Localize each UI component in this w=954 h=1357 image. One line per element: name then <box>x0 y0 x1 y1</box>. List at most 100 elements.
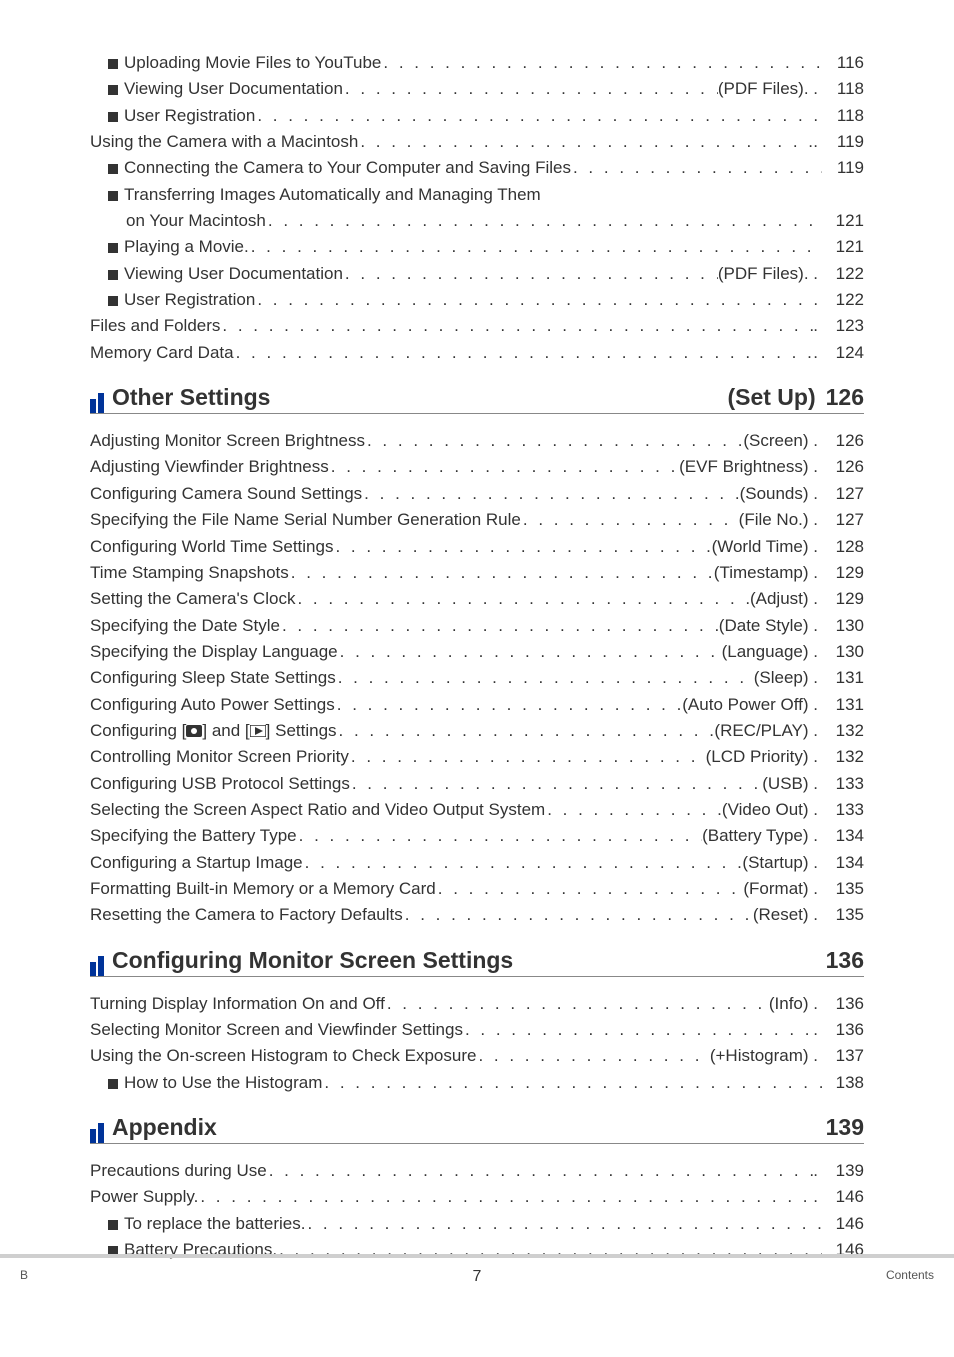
toc-entry-text: Configuring USB Protocol Settings <box>90 771 350 797</box>
toc-entry[interactable]: Configuring Camera Sound Settings(Sounds… <box>90 481 864 507</box>
section-header[interactable]: Appendix139 <box>90 1114 864 1144</box>
toc-entry[interactable]: Resetting the Camera to Factory Defaults… <box>90 902 864 928</box>
toc-entry[interactable]: Using the On-screen Histogram to Check E… <box>90 1043 864 1069</box>
toc-entry-text: Viewing User Documentation <box>124 261 343 287</box>
toc-entry-page: 130 <box>822 613 864 639</box>
leader-dots <box>333 534 711 560</box>
toc-entry[interactable]: Specifying the Date Style (Date Style) .1… <box>90 613 864 639</box>
toc-entry-page: 118 <box>822 103 864 129</box>
camera-icon <box>186 721 202 740</box>
leader-dots <box>305 1211 822 1237</box>
toc-entry[interactable]: Configuring a Startup Image (Startup) .1… <box>90 850 864 876</box>
toc-entry-text: Memory Card Data <box>90 340 234 366</box>
toc-entry[interactable]: Time Stamping Snapshots (Timestamp) .129 <box>90 560 864 586</box>
toc-entry-page: 130 <box>822 639 864 665</box>
toc-pre-section: Uploading Movie Files to YouTube116Viewi… <box>90 50 864 366</box>
toc-entry[interactable]: Viewing User Documentation(PDF Files). .… <box>90 261 864 287</box>
toc-entry[interactable]: Power Supply..146 <box>90 1184 864 1210</box>
toc-entry[interactable]: How to Use the Histogram138 <box>90 1070 864 1096</box>
bullet-icon <box>108 112 118 122</box>
toc-entry[interactable]: Files and Folders.123 <box>90 313 864 339</box>
toc-entry-suffix: (+Histogram) . <box>710 1043 822 1069</box>
toc-entry[interactable]: Configuring USB Protocol Settings (USB) … <box>90 771 864 797</box>
toc-entry-suffix: (PDF Files). . <box>718 76 822 102</box>
toc-entry[interactable]: Configuring Sleep State Settings (Sleep)… <box>90 665 864 691</box>
toc-entry-suffix: (Date Style) . <box>719 613 822 639</box>
toc-entry-text: Selecting the Screen Aspect Ratio and Vi… <box>90 797 545 823</box>
toc-entry[interactable]: Connecting the Camera to Your Computer a… <box>90 155 864 181</box>
toc-entry[interactable]: Turning Display Information On and Off(I… <box>90 991 864 1017</box>
toc-entry-text: Transferring Images Automatically and Ma… <box>124 182 541 208</box>
toc-entry[interactable]: Selecting Monitor Screen and Viewfinder … <box>90 1017 864 1043</box>
leader-dots <box>338 639 722 665</box>
toc-entry-text: Configuring World Time Settings <box>90 534 333 560</box>
toc-entry[interactable]: Precautions during Use.139 <box>90 1158 864 1184</box>
toc-entry-page: 133 <box>822 771 864 797</box>
toc-entry-page: 124 <box>822 340 864 366</box>
toc-entry[interactable]: Specifying the Display Language(Language… <box>90 639 864 665</box>
toc-entry[interactable]: Adjusting Viewfinder Brightness(EVF Brig… <box>90 454 864 480</box>
section-marker-icon <box>90 956 106 976</box>
leader-dots <box>436 876 744 902</box>
toc-entry[interactable]: Transferring Images Automatically and Ma… <box>90 182 864 208</box>
toc-entry-suffix: (Sleep) . <box>754 665 822 691</box>
toc-entry[interactable]: Adjusting Monitor Screen Brightness (Scr… <box>90 428 864 454</box>
section-header[interactable]: Configuring Monitor Screen Settings136 <box>90 947 864 977</box>
toc-entry[interactable]: Using the Camera with a Macintosh.119 <box>90 129 864 155</box>
toc-entry[interactable]: Uploading Movie Files to YouTube116 <box>90 50 864 76</box>
toc-entry-text: Time Stamping Snapshots <box>90 560 289 586</box>
toc-entry-page: 121 <box>822 234 864 260</box>
footer-page-number: 7 <box>473 1268 482 1286</box>
toc-entry[interactable]: Memory Card Data.124 <box>90 340 864 366</box>
toc-entry-text: Specifying the Date Style <box>90 613 280 639</box>
toc-entry[interactable]: Configuring [] and [] Settings (REC/PLAY… <box>90 718 864 744</box>
leader-dots <box>297 823 702 849</box>
toc-entry-page: 129 <box>822 560 864 586</box>
toc-entry-page: 134 <box>822 823 864 849</box>
toc-entry[interactable]: Controlling Monitor Screen Priority (LCD… <box>90 744 864 770</box>
leader-dots <box>463 1017 813 1043</box>
toc-entry-page: 132 <box>822 744 864 770</box>
toc-entry[interactable]: User Registration122 <box>90 287 864 313</box>
toc-entry-page: 128 <box>822 534 864 560</box>
toc-entry[interactable]: Formatting Built-in Memory or a Memory C… <box>90 876 864 902</box>
section-page: 126 <box>826 384 864 411</box>
toc-entry[interactable]: Playing a Movie.121 <box>90 234 864 260</box>
play-icon <box>250 721 266 740</box>
toc-entry-text: on Your Macintosh <box>126 208 266 234</box>
toc-entry-page: 116 <box>822 50 864 76</box>
toc-entry[interactable]: Viewing User Documentation (PDF Files). … <box>90 76 864 102</box>
leader-dots <box>358 129 813 155</box>
toc-entry[interactable]: Specifying the File Name Serial Number G… <box>90 507 864 533</box>
toc-entry-page: 127 <box>822 507 864 533</box>
toc-entry-page: 134 <box>822 850 864 876</box>
toc-entry-text: Configuring [] and [] Settings <box>90 718 337 744</box>
leader-dots <box>255 287 822 313</box>
toc-entry-suffix: (Format) . <box>743 876 822 902</box>
section-header[interactable]: Other Settings(Set Up)126 <box>90 384 864 414</box>
toc-entry[interactable]: on Your Macintosh121 <box>90 208 864 234</box>
toc-entry[interactable]: Configuring World Time Settings(World Ti… <box>90 534 864 560</box>
toc-entry[interactable]: Selecting the Screen Aspect Ratio and Vi… <box>90 797 864 823</box>
leader-dots <box>198 1184 813 1210</box>
toc-entry-suffix: (Adjust) . <box>750 586 822 612</box>
toc-entry-page: 127 <box>822 481 864 507</box>
toc-entry-text: Specifying the Battery Type <box>90 823 297 849</box>
leader-dots <box>571 155 822 181</box>
toc-entry[interactable]: Specifying the Battery Type(Battery Type… <box>90 823 864 849</box>
leader-dots <box>303 850 743 876</box>
leader-dots <box>322 1070 822 1096</box>
toc-entry[interactable]: User Registration118 <box>90 103 864 129</box>
section-title: Configuring Monitor Screen Settings <box>112 947 826 974</box>
toc-entry-suffix: (Auto Power Off) . <box>682 692 822 718</box>
leader-dots <box>545 797 722 823</box>
toc-entry-page: 118 <box>822 76 864 102</box>
toc-entry-page: 139 <box>822 1158 864 1184</box>
toc-entry[interactable]: Setting the Camera's Clock (Adjust) .129 <box>90 586 864 612</box>
section-marker-icon <box>90 393 106 413</box>
toc-entry-suffix: (Info) . <box>769 991 822 1017</box>
toc-entry[interactable]: Configuring Auto Power Settings(Auto Pow… <box>90 692 864 718</box>
toc-entry[interactable]: To replace the batteries.146 <box>90 1211 864 1237</box>
leader-dots <box>362 481 739 507</box>
leader-dots <box>266 208 822 234</box>
